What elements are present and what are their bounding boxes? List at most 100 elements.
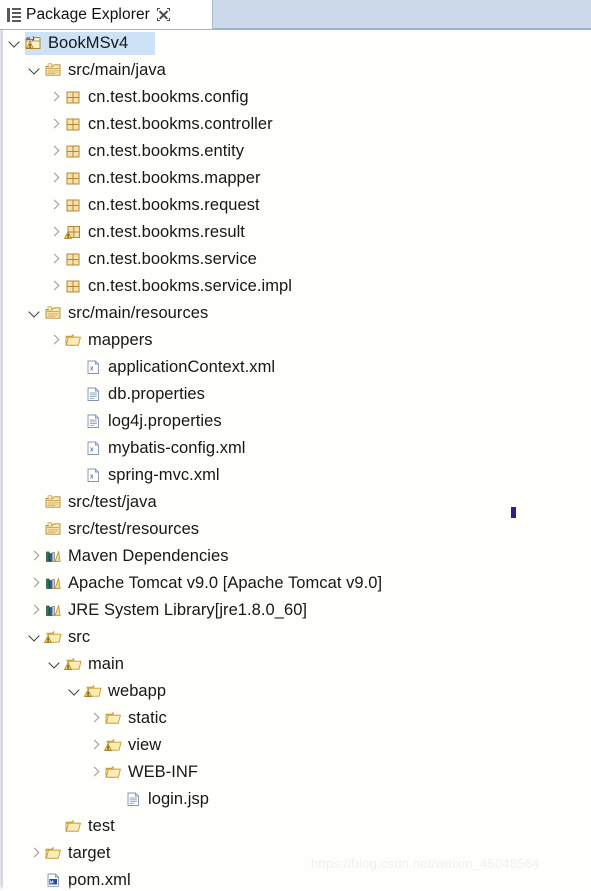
folder-warning-icon [44, 629, 62, 646]
tree-row-label: JRE System Library [68, 601, 215, 620]
tree-row-label: cn.test.bookms.entity [88, 142, 245, 161]
tree-row[interactable]: src/main/resources [1, 300, 591, 327]
tree-row-label: src [68, 628, 91, 647]
chevron-right-icon[interactable] [27, 576, 43, 592]
tree-row[interactable]: WEB-INF [1, 759, 591, 786]
tree-row[interactable]: src/main/java [1, 57, 591, 84]
tree-row[interactable]: x applicationContext.xml [1, 354, 591, 381]
package-icon [64, 89, 82, 106]
close-icon[interactable] [156, 8, 170, 21]
chevron-right-icon[interactable] [47, 279, 63, 295]
svg-text:x: x [90, 365, 94, 372]
chevron-down-icon[interactable] [47, 657, 63, 673]
chevron-right-icon[interactable] [27, 603, 43, 619]
tree-row[interactable]: M J BookMSv4 [1, 30, 591, 57]
chevron-right-icon[interactable] [47, 198, 63, 214]
tree-row[interactable]: webapp [1, 678, 591, 705]
svg-text:x: x [90, 473, 94, 480]
tree-row[interactable]: cn.test.bookms.request [1, 192, 591, 219]
svg-text:x: x [90, 446, 94, 453]
tree-row-label: cn.test.bookms.service [88, 250, 257, 269]
folder-icon [64, 332, 82, 349]
tree-row[interactable]: cn.test.bookms.config [1, 84, 591, 111]
package-icon [64, 278, 82, 295]
tree-row[interactable]: cn.test.bookms.entity [1, 138, 591, 165]
tree-row-label: WEB-INF [128, 763, 199, 782]
chevron-right-icon[interactable] [87, 711, 103, 727]
tree-row[interactable]: cn.test.bookms.controller [1, 111, 591, 138]
tree-row-label: mappers [88, 331, 153, 350]
chevron-right-icon[interactable] [27, 846, 43, 862]
tree-row[interactable]: Maven Dependencies [1, 543, 591, 570]
source-folder-icon [44, 494, 62, 511]
chevron-down-icon[interactable] [27, 63, 43, 79]
tree-row[interactable]: static [1, 705, 591, 732]
project-tree[interactable]: M J BookMSv4 src/main/java cn.test.bookms.co… [0, 30, 591, 891]
tree-row-label: BookMSv4 [48, 34, 129, 53]
tree-row[interactable]: login.jsp [1, 786, 591, 813]
tree-row[interactable]: src [1, 624, 591, 651]
tab-package-explorer[interactable]: Package Explorer [0, 0, 213, 29]
source-folder-icon [44, 521, 62, 538]
tree-row-label: spring-mvc.xml [108, 466, 220, 485]
tree-row[interactable]: src/test/java [1, 489, 591, 516]
tree-row[interactable]: log4j.properties [1, 408, 591, 435]
tree-row[interactable]: JRE System Library [jre1.8.0_60] [1, 597, 591, 624]
tree-row-label: log4j.properties [108, 412, 222, 431]
tree-row[interactable]: cn.test.bookms.service [1, 246, 591, 273]
tree-row[interactable]: test [1, 813, 591, 840]
chevron-right-icon[interactable] [47, 144, 63, 160]
bottom-fade [0, 885, 591, 891]
folder-icon [64, 818, 82, 835]
tree-row[interactable]: Apache Tomcat v9.0 [Apache Tomcat v9.0] [1, 570, 591, 597]
chevron-right-icon[interactable] [47, 333, 63, 349]
package-icon [64, 116, 82, 133]
xml-file-icon: x [84, 467, 102, 484]
tree-row-label: main [88, 655, 124, 674]
chevron-right-icon[interactable] [87, 765, 103, 781]
chevron-right-icon[interactable] [47, 171, 63, 187]
folder-icon [104, 710, 122, 727]
tree-row[interactable]: cn.test.bookms.service.impl [1, 273, 591, 300]
tree-row[interactable]: x mybatis-config.xml [1, 435, 591, 462]
tree-row[interactable]: db.properties [1, 381, 591, 408]
tree-row[interactable]: x spring-mvc.xml [1, 462, 591, 489]
tree-row[interactable]: mappers [1, 327, 591, 354]
chevron-down-icon[interactable] [67, 684, 83, 700]
chevron-down-icon[interactable] [27, 630, 43, 646]
chevron-right-icon[interactable] [47, 90, 63, 106]
folder-warning-icon [84, 683, 102, 700]
chevron-right-icon[interactable] [47, 117, 63, 133]
tab-label: Package Explorer [26, 5, 150, 23]
tree-row[interactable]: cn.test.bookms.mapper [1, 165, 591, 192]
package-explorer-view: Package Explorer M J BookMSv4 src/main/java… [0, 0, 591, 891]
tree-row[interactable]: cn.test.bookms.result [1, 219, 591, 246]
properties-file-icon [84, 413, 102, 430]
tree-row-label: login.jsp [148, 790, 209, 809]
jsp-file-icon [124, 791, 142, 808]
tree-row-label: applicationContext.xml [108, 358, 276, 377]
tree-row[interactable]: view [1, 732, 591, 759]
svg-text:J: J [32, 37, 35, 43]
library-icon [44, 548, 62, 565]
tree-row[interactable]: main [1, 651, 591, 678]
xml-file-icon: x [84, 440, 102, 457]
tree-row[interactable]: src/test/resources [1, 516, 591, 543]
chevron-right-icon[interactable] [47, 252, 63, 268]
chevron-right-icon[interactable] [27, 549, 43, 565]
chevron-right-icon[interactable] [87, 738, 103, 754]
tree-row-label: src/main/resources [68, 304, 209, 323]
package-icon [64, 251, 82, 268]
chevron-right-icon[interactable] [47, 225, 63, 241]
xml-file-icon: x [84, 359, 102, 376]
chevron-down-icon[interactable] [27, 306, 43, 322]
folder-icon [44, 845, 62, 862]
chevron-down-icon[interactable] [7, 36, 23, 52]
watermark-text: https://blog.csdn.net/weixin_45048564 [311, 856, 540, 871]
tree-row-label: Maven Dependencies [68, 547, 229, 566]
